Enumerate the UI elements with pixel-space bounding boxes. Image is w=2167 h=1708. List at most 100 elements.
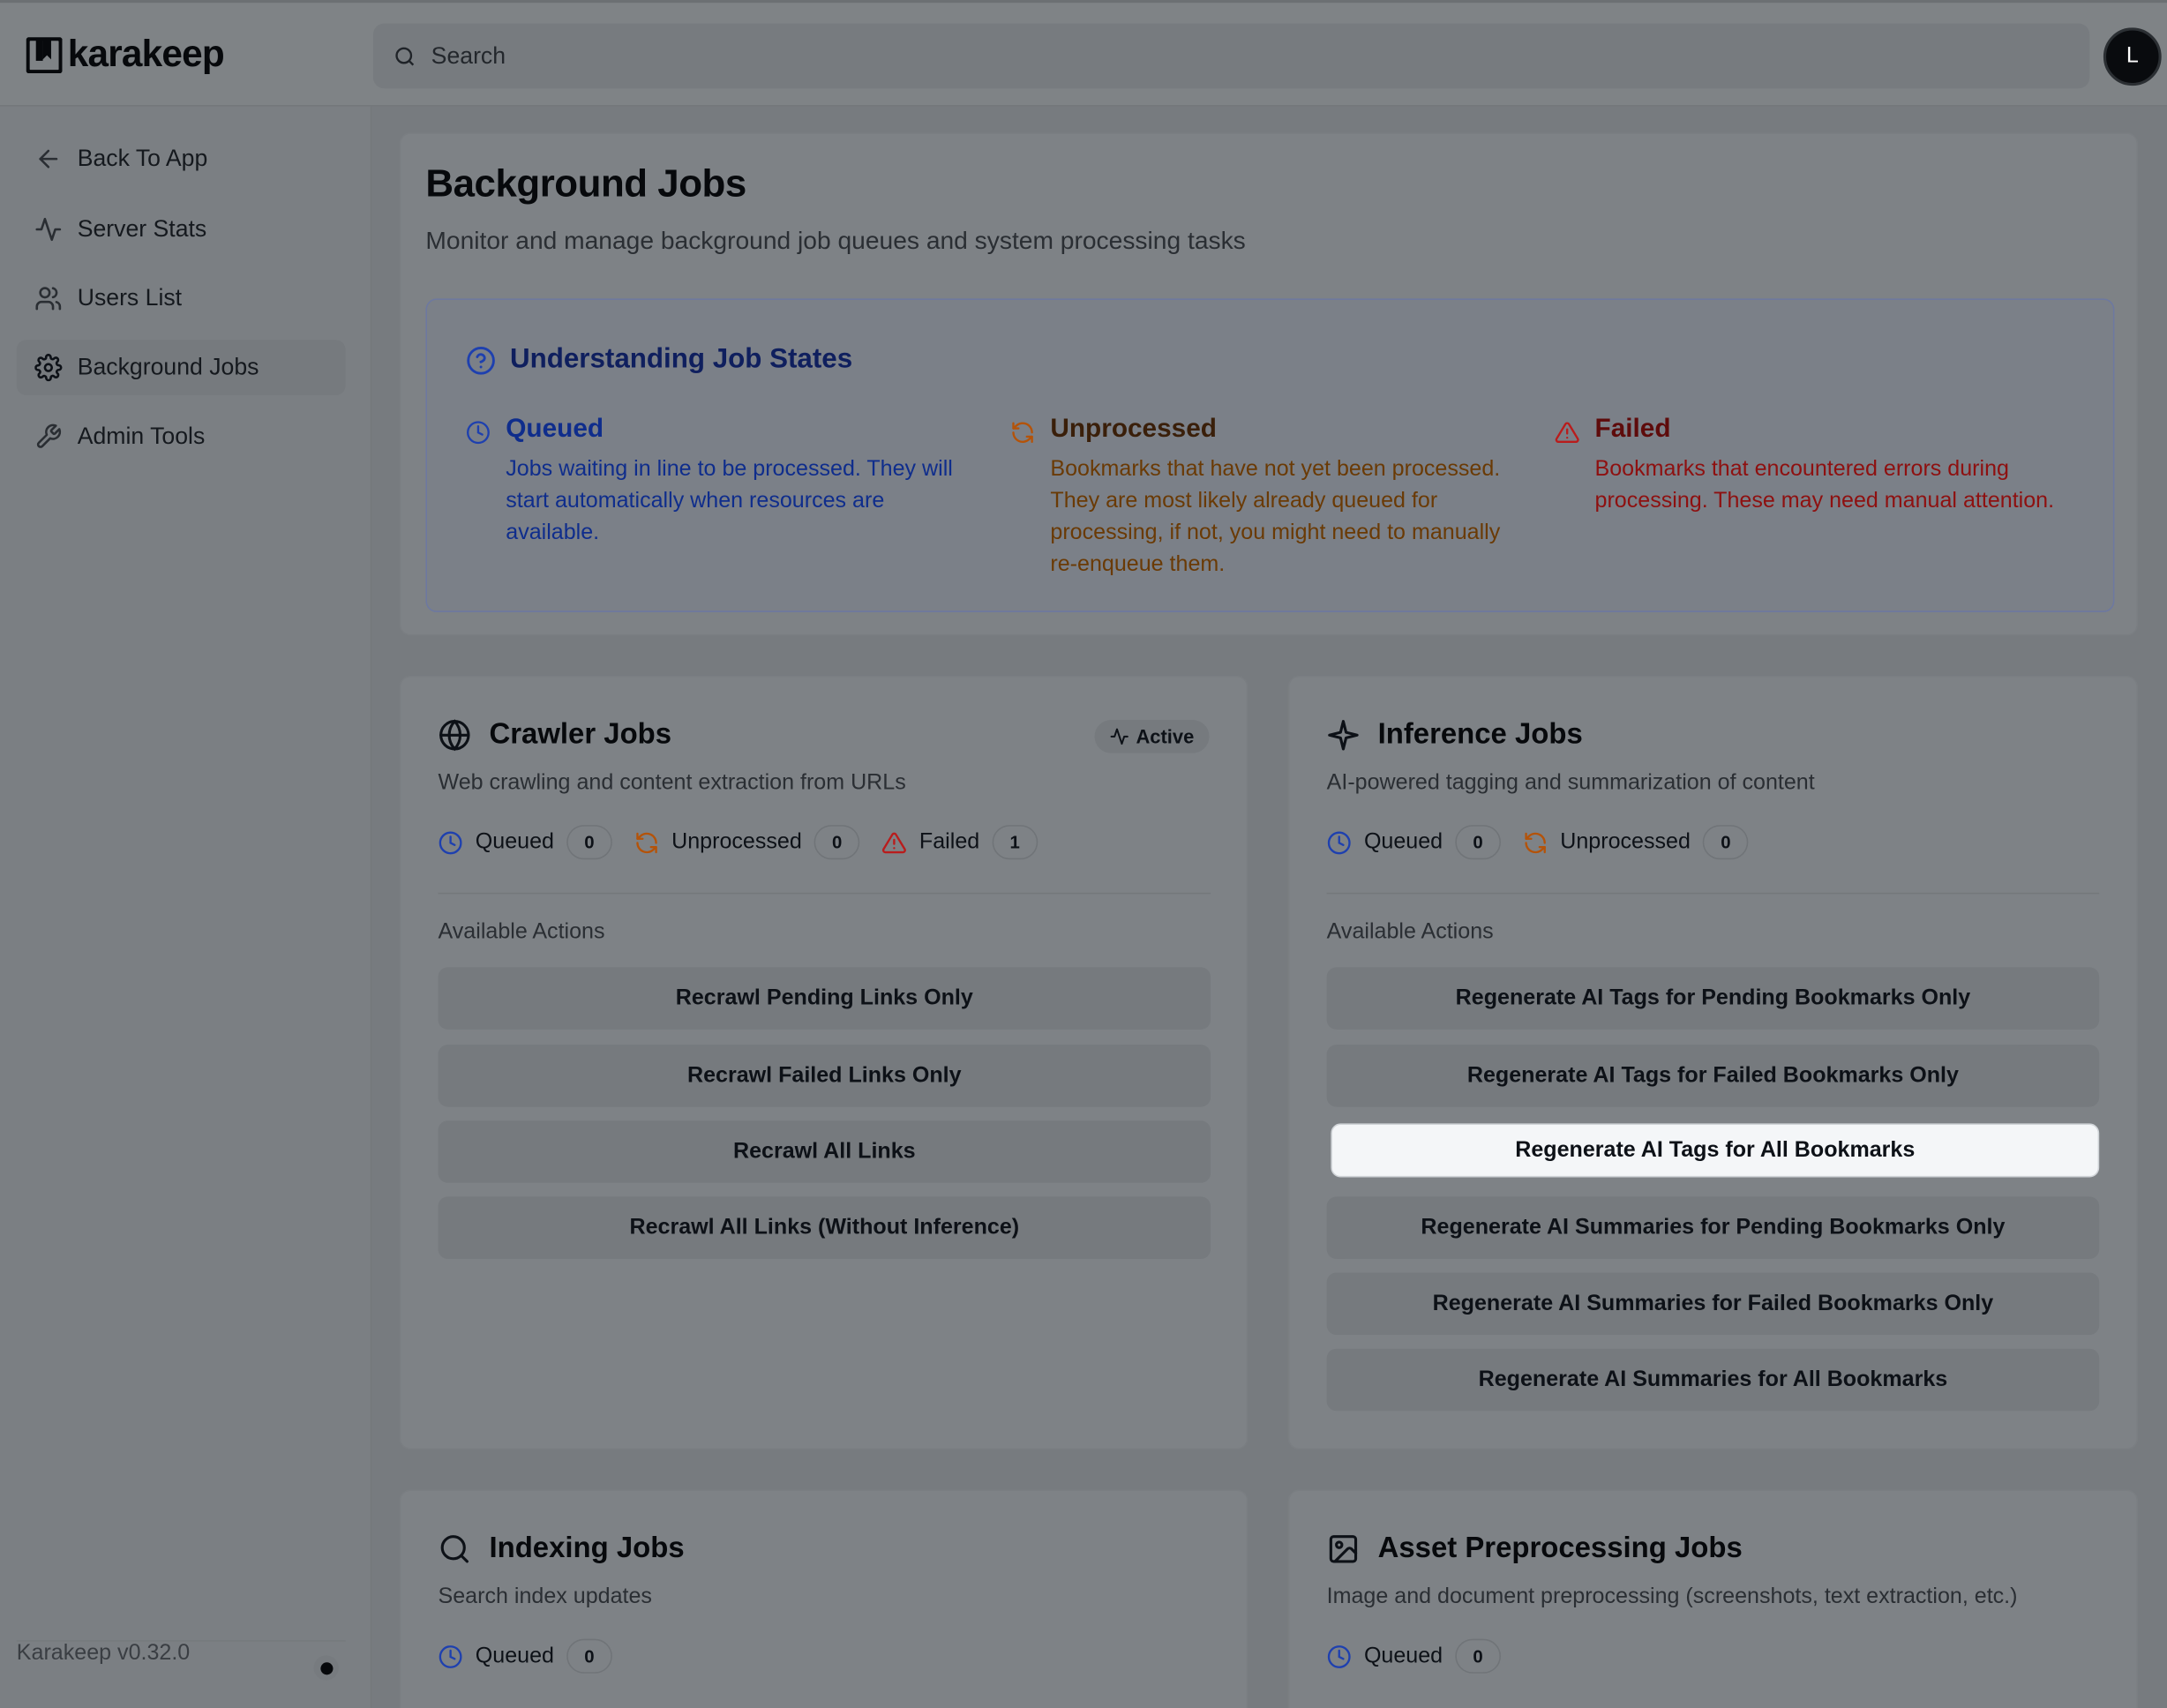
wrench-icon	[36, 423, 62, 448]
refresh-icon	[636, 831, 657, 853]
asset-jobs-title: Asset Preprocessing Jobs	[1377, 1532, 1743, 1565]
version-label: Karakeep v0.32.0	[16, 1641, 191, 1666]
asset-preprocessing-jobs-card: Asset Preprocessing Jobs Image and docum…	[1287, 1489, 2139, 1708]
failed-label: Failed	[919, 829, 980, 854]
queued-count: Queued 0	[1327, 1638, 1501, 1674]
job-states-heading: Understanding Job States	[466, 344, 852, 376]
search-icon	[440, 1535, 469, 1563]
recrawl-pending-button[interactable]: Recrawl Pending Links Only	[438, 967, 1211, 1030]
search-icon	[395, 46, 415, 65]
available-actions-label: Available Actions	[438, 920, 605, 944]
unprocessed-label: Unprocessed	[1560, 829, 1691, 854]
activity-icon	[35, 217, 62, 242]
status-badge: Active	[1094, 720, 1210, 753]
refresh-icon	[1012, 422, 1033, 443]
queued-count: Queued 0	[439, 1638, 612, 1674]
state-failed-title: Failed	[1594, 414, 1671, 444]
sidebar-item-label: Back To App	[77, 145, 208, 172]
inference-counts: Queued 0 Unprocessed 0	[1327, 825, 1757, 860]
sidebar-item-label: Users List	[77, 284, 183, 311]
queued-label: Queued	[1363, 1644, 1443, 1667]
state-unprocessed-title: Unprocessed	[1050, 414, 1217, 444]
unprocessed-count: Unprocessed 0	[634, 825, 860, 860]
search-bar[interactable]	[372, 23, 2090, 89]
sidebar-item-back-to-app[interactable]: Back To App	[17, 131, 346, 187]
sidebar-item-admin-tools[interactable]: Admin Tools	[17, 409, 346, 465]
sparkle-icon	[1328, 720, 1359, 751]
logo-icon	[25, 35, 64, 74]
sidebar: Back To App Server Stats Users List Back…	[0, 106, 372, 1708]
queued-count: Queued 0	[439, 825, 612, 860]
sidebar-item-label: Server Stats	[77, 215, 207, 243]
sidebar-item-server-stats[interactable]: Server Stats	[17, 202, 346, 258]
inference-jobs-desc: AI-powered tagging and summarization of …	[1326, 770, 1815, 795]
indexing-jobs-desc: Search index updates	[438, 1584, 652, 1609]
main-content: Background Jobs Monitor and manage backg…	[371, 106, 2167, 1708]
sidebar-item-label: Admin Tools	[77, 423, 206, 450]
divider	[438, 892, 1211, 895]
queued-value: 0	[566, 825, 612, 860]
sidebar-item-users-list[interactable]: Users List	[17, 271, 346, 326]
search-input[interactable]	[431, 41, 1676, 71]
regenerate-tags-all-button[interactable]: Regenerate AI Tags for All Bookmarks	[1331, 1123, 2100, 1178]
state-unprocessed: Unprocessed Bookmarks that have not yet …	[1010, 415, 1511, 581]
clock-icon	[1327, 830, 1351, 854]
inference-jobs-card: Inference Jobs AI-powered tagging and su…	[1287, 675, 2139, 1450]
available-actions-label: Available Actions	[1326, 920, 1494, 944]
arrow-left-icon	[39, 149, 58, 169]
image-icon	[1329, 1535, 1358, 1563]
divider	[1326, 892, 2100, 895]
clock-icon	[1327, 1644, 1351, 1668]
queued-value: 0	[1455, 1638, 1501, 1674]
regenerate-summaries-pending-button[interactable]: Regenerate AI Summaries for Pending Book…	[1326, 1196, 2100, 1259]
state-queued-title: Queued	[506, 414, 604, 444]
globe-icon	[439, 719, 470, 752]
failed-value: 1	[992, 825, 1038, 860]
asset-jobs-desc: Image and document preprocessing (screen…	[1326, 1584, 2018, 1609]
queued-label: Queued	[475, 1644, 554, 1667]
theme-toggle[interactable]	[313, 1655, 339, 1681]
asset-jobs-heading: Asset Preprocessing Jobs	[1327, 1532, 1743, 1566]
regenerate-summaries-all-button[interactable]: Regenerate AI Summaries for All Bookmark…	[1326, 1348, 2100, 1412]
regenerate-summaries-failed-button[interactable]: Regenerate AI Summaries for Failed Bookm…	[1326, 1272, 2100, 1336]
queued-count: Queued 0	[1327, 825, 1501, 860]
state-failed: Failed Bookmarks that encountered errors…	[1555, 415, 2066, 517]
job-states-info: Understanding Job States Queued Jobs wai…	[425, 298, 2115, 612]
indexing-jobs-title: Indexing Jobs	[489, 1532, 685, 1565]
unprocessed-label: Unprocessed	[671, 829, 802, 854]
crawler-counts: Queued 0 Unprocessed 0 Failed 1	[439, 825, 1046, 860]
queued-value: 0	[1455, 825, 1501, 860]
sidebar-item-label: Background Jobs	[77, 353, 259, 380]
queued-label: Queued	[1363, 829, 1443, 854]
sidebar-item-background-jobs[interactable]: Background Jobs	[16, 340, 346, 395]
inference-jobs-heading: Inference Jobs	[1327, 718, 1583, 752]
users-icon	[35, 287, 62, 311]
recrawl-failed-button[interactable]: Recrawl Failed Links Only	[438, 1045, 1211, 1107]
user-avatar[interactable]: L	[2103, 27, 2162, 86]
recrawl-all-without-inference-button[interactable]: Recrawl All Links (Without Inference)	[438, 1196, 1211, 1259]
alert-triangle-icon	[1555, 422, 1579, 443]
state-failed-desc: Bookmarks that encountered errors during…	[1594, 457, 2055, 513]
queued-label: Queued	[475, 829, 554, 854]
job-states-title: Understanding Job States	[509, 344, 853, 375]
help-circle-icon	[467, 346, 495, 374]
indexing-jobs-heading: Indexing Jobs	[439, 1532, 685, 1566]
status-badge-label: Active	[1136, 725, 1195, 748]
unprocessed-value: 0	[814, 825, 860, 860]
page-title: Background Jobs	[425, 161, 746, 205]
recrawl-all-button[interactable]: Recrawl All Links	[438, 1120, 1211, 1183]
regenerate-tags-pending-button[interactable]: Regenerate AI Tags for Pending Bookmarks…	[1326, 967, 2100, 1030]
karakeep-logo[interactable]: karakeep	[25, 34, 225, 77]
alert-triangle-icon	[882, 831, 907, 853]
crawler-jobs-heading: Crawler Jobs	[439, 718, 671, 752]
top-bar: karakeep L	[0, 0, 2167, 107]
activity-icon	[1110, 728, 1128, 745]
queued-value: 0	[566, 1638, 612, 1674]
state-queued-desc: Jobs waiting in line to be processed. Th…	[506, 457, 953, 545]
clock-icon	[439, 1644, 462, 1668]
state-queued: Queued Jobs waiting in line to be proces…	[466, 415, 966, 549]
state-unprocessed-desc: Bookmarks that have not yet been process…	[1050, 457, 1501, 577]
asset-counts: Queued 0	[1327, 1638, 1510, 1674]
failed-count: Failed 1	[882, 825, 1038, 860]
regenerate-tags-failed-button[interactable]: Regenerate AI Tags for Failed Bookmarks …	[1326, 1045, 2100, 1107]
